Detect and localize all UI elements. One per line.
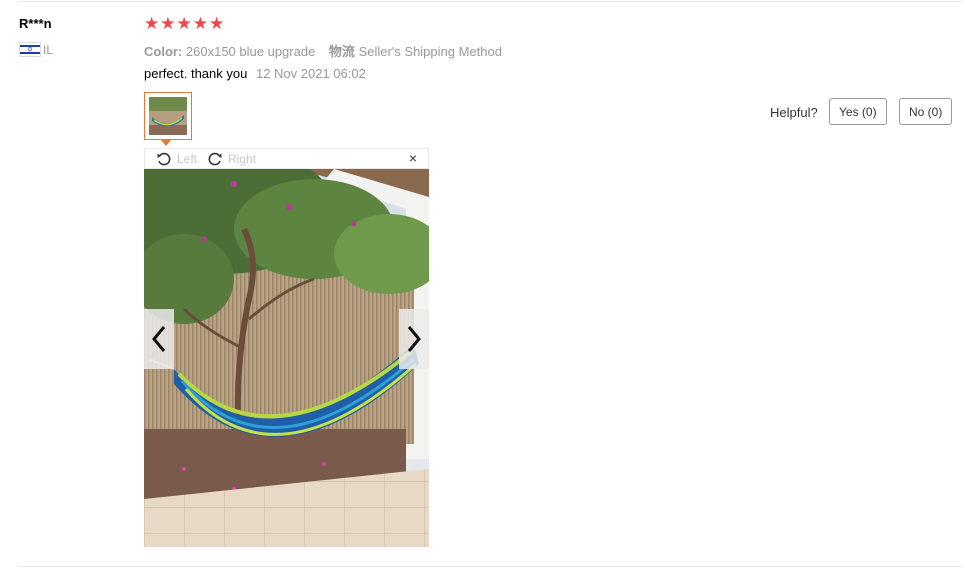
photo-viewer-toolbar: Left Right ×	[144, 148, 429, 169]
star-icon: ★	[209, 14, 225, 33]
shipping-label: 物流	[328, 44, 355, 59]
color-label: Color:	[144, 44, 183, 59]
hammock-photo	[144, 169, 429, 547]
rotate-left-label: Left	[177, 151, 198, 166]
helpful-label: Helpful?	[770, 105, 818, 120]
color-value: 260x150 blue upgrade	[185, 44, 316, 59]
reviewer-country: ✡ IL	[19, 42, 53, 57]
review-photo-large	[144, 169, 429, 547]
chevron-right-icon	[407, 326, 421, 352]
rotate-right-icon	[208, 152, 222, 165]
shipping-value: Seller's Shipping Method	[358, 44, 502, 59]
next-photo-button[interactable]	[399, 309, 429, 369]
chevron-left-icon	[152, 326, 166, 352]
star-icon: ★	[192, 14, 208, 33]
rotate-right-label: Right	[228, 151, 257, 166]
star-icon: ★	[144, 14, 160, 33]
bottom-divider	[18, 566, 962, 567]
star-rating: ★ ★ ★ ★ ★	[144, 15, 224, 33]
review-photo-thumbnail[interactable]	[144, 92, 192, 140]
helpful-yes-button[interactable]: Yes (0)	[829, 98, 887, 125]
rotate-left-button[interactable]: Left	[156, 151, 197, 167]
star-icon: ★	[160, 14, 176, 33]
israel-flag-icon: ✡	[19, 42, 41, 57]
selected-thumbnail-pointer	[161, 140, 171, 146]
rotate-left-icon	[157, 152, 171, 165]
close-viewer-icon[interactable]: ×	[409, 150, 417, 166]
rotate-right-button[interactable]: Right	[207, 151, 256, 167]
review-text: perfect. thank you	[144, 66, 248, 81]
previous-photo-button[interactable]	[144, 309, 174, 369]
top-divider	[18, 1, 962, 2]
reviewer-name: R***n	[19, 16, 52, 31]
review-date: 12 Nov 2021 06:02	[255, 66, 366, 81]
thumbnail-image	[149, 97, 187, 135]
country-code: IL	[43, 42, 54, 57]
product-meta: Color: 260x150 blue upgrade 物流 Seller's …	[144, 41, 502, 60]
review-body: perfect. thank you 12 Nov 2021 06:02	[144, 66, 366, 81]
helpful-no-button[interactable]: No (0)	[899, 98, 953, 125]
star-icon: ★	[176, 14, 192, 33]
